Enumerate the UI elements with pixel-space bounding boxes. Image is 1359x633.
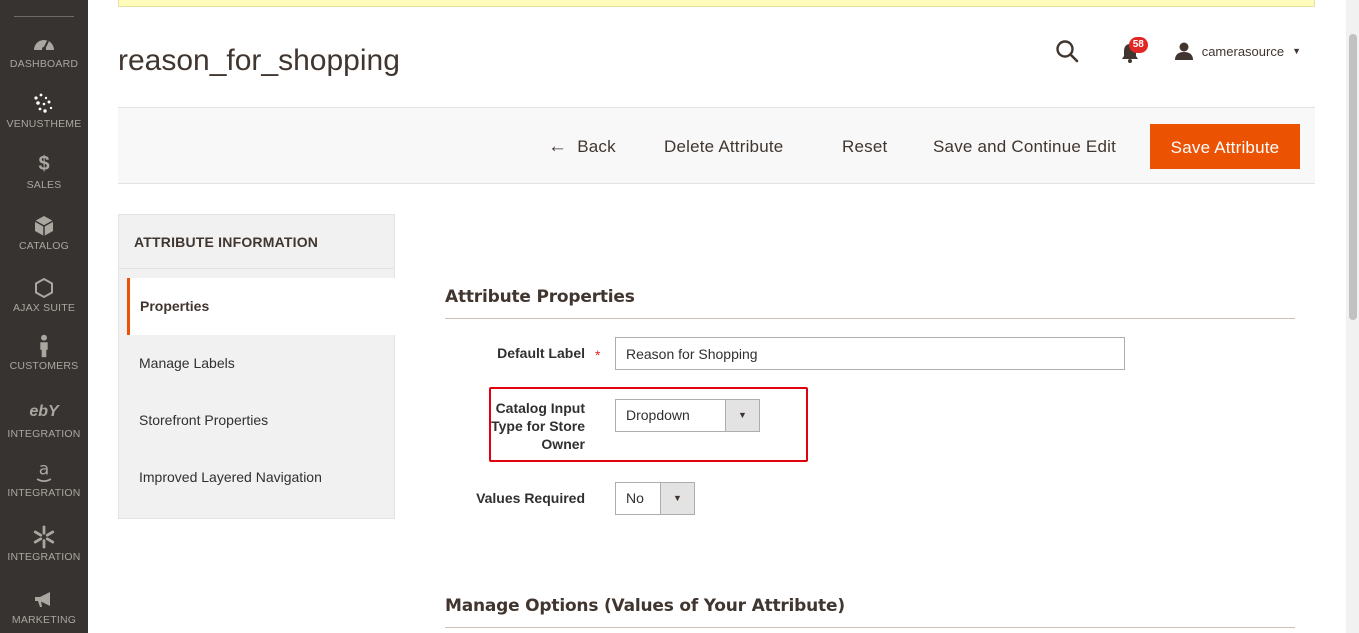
user-menu[interactable]: camerasource ▼ (1174, 41, 1301, 61)
notifications-count-badge: 58 (1128, 37, 1148, 53)
ebay-icon: ebY (29, 403, 59, 420)
sidebar-item-venustheme[interactable]: VENUSTHEME (0, 92, 88, 130)
username: camerasource (1201, 43, 1285, 59)
tab-storefront-properties[interactable]: Storefront Properties (127, 392, 395, 449)
user-avatar-icon (1174, 42, 1193, 60)
attribute-properties-heading: Attribute Properties (445, 287, 635, 307)
sidebar-item-label: INTEGRATION (7, 428, 81, 440)
values-required-value: No (626, 490, 644, 506)
megaphone-icon (35, 592, 50, 607)
highlight-annotation-box (489, 387, 808, 462)
values-required-label: Values Required (476, 490, 585, 506)
values-required-select[interactable]: No ▼ (615, 482, 695, 515)
dashboard-icon (34, 40, 54, 51)
save-and-continue-button[interactable]: Save and Continue Edit (933, 124, 1116, 169)
back-button[interactable]: ← Back (548, 124, 616, 169)
section-divider (445, 627, 1295, 628)
scrollbar-thumb[interactable] (1349, 34, 1357, 320)
sidebar-item-label: CATALOG (18, 240, 70, 252)
sidebar-item-label: INTEGRATION (7, 487, 81, 499)
delete-attribute-button[interactable]: Delete Attribute (664, 124, 783, 169)
sidebar-item-label: MARKETING (11, 614, 77, 626)
sidebar-item-sales[interactable]: $ SALES (0, 153, 88, 191)
sidebar-item-label: INTEGRATION (7, 551, 81, 563)
chevron-down-icon: ▼ (660, 483, 694, 514)
sidebar-item-ebay-integration[interactable]: ebY INTEGRATION (0, 402, 88, 440)
venustheme-icon (34, 93, 53, 113)
person-icon (40, 334, 48, 358)
sidebar-divider (14, 16, 74, 17)
system-notice-bar (118, 0, 1315, 7)
notifications-button[interactable]: 58 (1120, 37, 1148, 64)
tabs-title: ATTRIBUTE INFORMATION (119, 215, 394, 269)
chevron-down-icon: ▼ (1292, 46, 1301, 56)
header-actions: 58 camerasource ▼ (1054, 37, 1301, 64)
tab-properties[interactable]: Properties (127, 278, 395, 335)
search-icon[interactable] (1054, 38, 1080, 64)
page-actions-toolbar: ← Back Delete Attribute Reset Save and Co… (118, 107, 1315, 184)
attribute-info-tabs: ATTRIBUTE INFORMATION Properties Manage … (118, 214, 395, 519)
hexagon-icon (35, 277, 53, 299)
sidebar-item-catalog[interactable]: CATALOG (0, 214, 88, 252)
sidebar-item-label: SALES (26, 179, 62, 191)
sidebar-item-label: CUSTOMERS (9, 360, 79, 372)
page-title: reason_for_shopping (118, 44, 400, 77)
sidebar-item-label: DASHBOARD (9, 58, 79, 70)
vertical-scrollbar[interactable] (1346, 0, 1359, 633)
tab-improved-layered-navigation[interactable]: Improved Layered Navigation (127, 449, 395, 506)
sidebar-item-ajax-suite[interactable]: AJAX SUITE (0, 276, 88, 314)
back-button-label: Back (577, 137, 616, 156)
save-attribute-button[interactable]: Save Attribute (1150, 124, 1300, 169)
sidebar-item-label: VENUSTHEME (6, 118, 82, 130)
sidebar-item-amazon-integration[interactable]: a INTEGRATION (0, 461, 88, 499)
box-icon (34, 216, 54, 236)
default-label-input[interactable] (615, 337, 1125, 370)
dollar-icon: $ (38, 153, 50, 175)
tab-manage-labels[interactable]: Manage Labels (127, 335, 395, 392)
manage-options-heading: Manage Options (Values of Your Attribute… (445, 596, 845, 616)
sidebar-item-dashboard[interactable]: DASHBOARD (0, 32, 88, 70)
required-star: * (595, 347, 601, 363)
sidebar-item-marketing[interactable]: MARKETING (0, 588, 88, 626)
svg-text:a: a (39, 461, 50, 480)
sidebar-item-label: AJAX SUITE (12, 302, 76, 314)
arrow-left-icon: ← (548, 136, 568, 157)
admin-sidebar: DASHBOARD VENUSTHEME $ SALES CATALOG AJA… (0, 0, 88, 633)
reset-button[interactable]: Reset (842, 124, 887, 169)
walmart-spark-icon (33, 525, 55, 549)
sidebar-item-walmart-integration[interactable]: INTEGRATION (0, 525, 88, 563)
amazon-icon: a (36, 461, 52, 482)
section-divider (445, 318, 1295, 319)
sidebar-item-customers[interactable]: CUSTOMERS (0, 334, 88, 372)
default-label-label: Default Label (497, 345, 585, 361)
